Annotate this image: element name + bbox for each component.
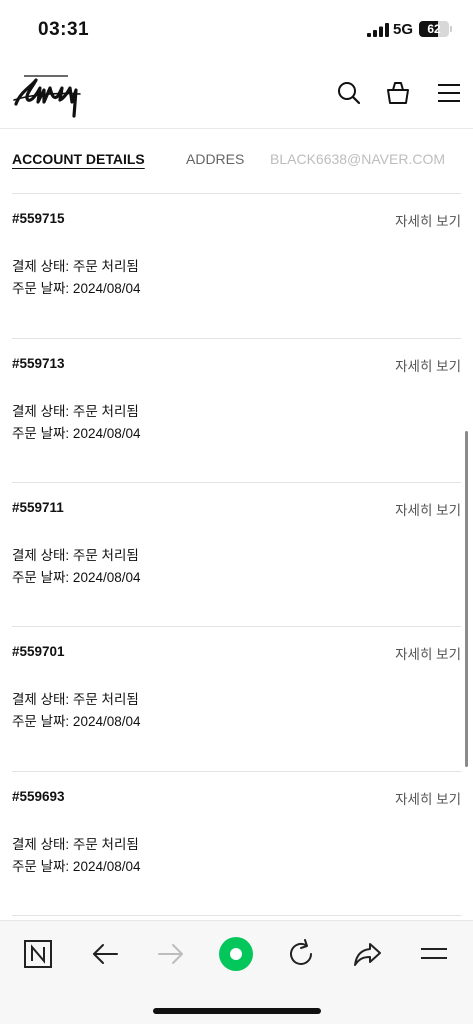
view-details-link[interactable]: 자세히 보기 — [395, 210, 461, 230]
payment-status: 결제 상태: 주문 처리됨 — [12, 548, 139, 563]
status-bar: 03:31 5G 62 — [0, 0, 473, 58]
order-date: 주문 날짜: 2024/08/04 — [12, 859, 141, 874]
payment-status: 결제 상태: 주문 처리됨 — [12, 692, 139, 707]
signal-icon — [367, 23, 389, 37]
status-time: 03:31 — [38, 19, 90, 40]
back-arrow-icon[interactable] — [88, 937, 122, 971]
view-details-link[interactable]: 자세히 보기 — [395, 643, 461, 663]
order-item: #559711 자세히 보기 결제 상태: 주문 처리됨 주문 날짜: 2024… — [12, 482, 461, 627]
order-item: #559715 자세히 보기 결제 상태: 주문 처리됨 주문 날짜: 2024… — [12, 193, 461, 338]
order-date: 주문 날짜: 2024/08/04 — [12, 426, 141, 441]
reload-icon[interactable] — [284, 937, 318, 971]
naver-icon[interactable] — [21, 937, 55, 971]
order-date: 주문 날짜: 2024/08/04 — [12, 570, 141, 585]
view-details-link[interactable]: 자세히 보기 — [395, 499, 461, 519]
menu-lines-icon[interactable] — [417, 937, 451, 971]
payment-status: 결제 상태: 주문 처리됨 — [12, 259, 139, 274]
order-item: #559713 자세히 보기 결제 상태: 주문 처리됨 주문 날짜: 2024… — [12, 338, 461, 483]
tab-address[interactable]: ADDRES — [186, 151, 244, 167]
order-item: #559693 자세히 보기 결제 상태: 주문 처리됨 주문 날짜: 2024… — [12, 771, 461, 916]
network-type: 5G — [393, 21, 414, 38]
scrollbar[interactable] — [465, 431, 468, 767]
payment-status: 결제 상태: 주문 처리됨 — [12, 404, 139, 419]
order-date: 주문 날짜: 2024/08/04 — [12, 281, 141, 296]
view-details-link[interactable]: 자세히 보기 — [395, 355, 461, 375]
stussy-logo[interactable] — [10, 66, 84, 120]
search-icon[interactable] — [336, 80, 362, 106]
forward-arrow-icon[interactable] — [154, 937, 188, 971]
orders-list: #559715 자세히 보기 결제 상태: 주문 처리됨 주문 날짜: 2024… — [0, 191, 473, 920]
battery-tip — [450, 26, 452, 32]
battery-level: 62 — [427, 22, 441, 36]
order-number: #559693 — [12, 789, 65, 804]
site-header — [0, 58, 473, 129]
order-item: #559701 자세히 보기 결제 상태: 주문 처리됨 주문 날짜: 2024… — [12, 626, 461, 771]
order-number: #559713 — [12, 356, 65, 371]
account-tabs: ACCOUNT DETAILS ADDRES BLACK6638@NAVER.C… — [0, 129, 473, 191]
payment-status: 결제 상태: 주문 처리됨 — [12, 837, 139, 852]
tab-account-details[interactable]: ACCOUNT DETAILS — [12, 151, 145, 167]
share-icon[interactable] — [351, 937, 385, 971]
order-date: 주문 날짜: 2024/08/04 — [12, 714, 141, 729]
home-indicator[interactable] — [153, 1008, 321, 1014]
order-number: #559701 — [12, 644, 65, 659]
order-number: #559715 — [12, 211, 65, 226]
battery-icon: 62 — [419, 21, 449, 37]
green-dot-icon[interactable] — [218, 936, 254, 972]
order-number: #559711 — [12, 500, 64, 515]
menu-icon[interactable] — [436, 80, 462, 106]
shopping-bag-icon[interactable] — [385, 80, 411, 106]
view-details-link[interactable]: 자세히 보기 — [395, 788, 461, 808]
tab-email[interactable]: BLACK6638@NAVER.COM — [270, 151, 445, 167]
